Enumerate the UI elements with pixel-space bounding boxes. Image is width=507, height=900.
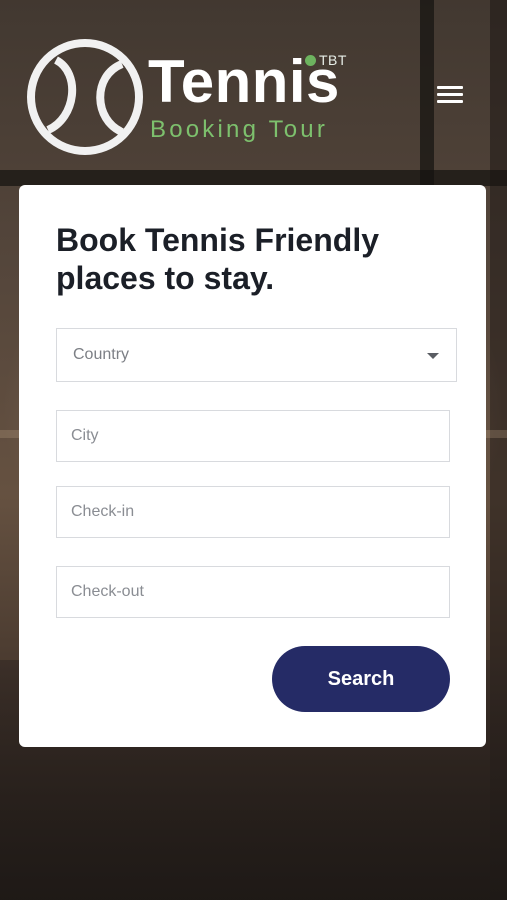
check-in-input[interactable]: [56, 486, 450, 538]
booking-heading: Book Tennis Friendly places to stay.: [56, 222, 379, 296]
brand-subtitle: Booking Tour: [150, 116, 329, 143]
chevron-down-icon: [427, 353, 439, 359]
booking-card: Book Tennis Friendly places to stay. Cou…: [19, 185, 486, 747]
check-out-input[interactable]: [56, 566, 450, 618]
country-select[interactable]: Country: [56, 328, 457, 382]
search-button[interactable]: Search: [272, 646, 450, 712]
country-select-value: Country: [73, 346, 130, 363]
city-input[interactable]: [56, 410, 450, 462]
site-header: TBT Tennis Booking Tour: [0, 0, 507, 170]
hamburger-menu-icon[interactable]: [437, 86, 463, 106]
brand-title: Tennis: [148, 48, 340, 115]
tennis-ball-logo-icon[interactable]: [26, 38, 144, 156]
